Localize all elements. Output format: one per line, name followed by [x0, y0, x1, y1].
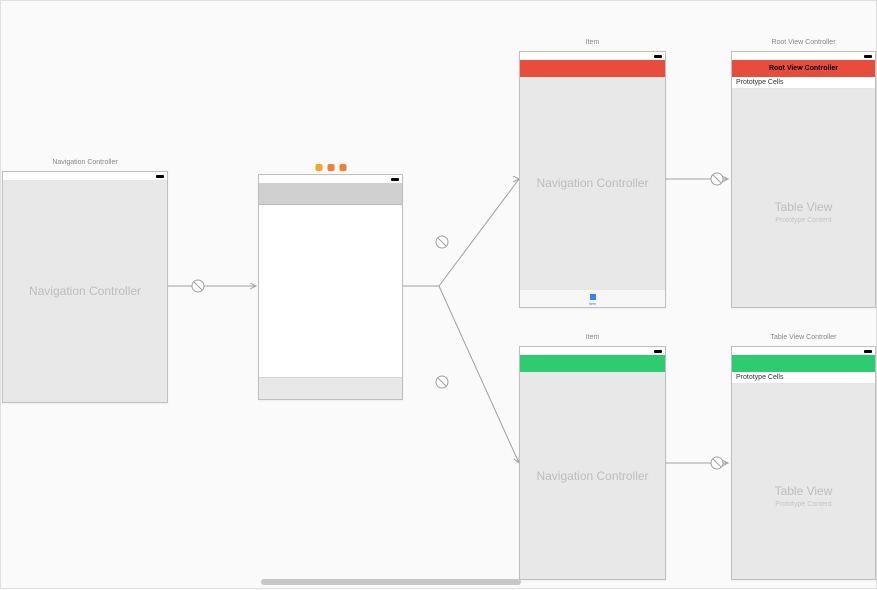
horizontal-scrollbar[interactable] — [261, 579, 521, 585]
navigation-bar-green — [520, 355, 665, 372]
status-bar — [520, 347, 665, 355]
scene-header-label: Table View Controller — [732, 334, 875, 341]
nav-controller-placeholder-label: Navigation Controller — [536, 469, 648, 483]
navigation-bar — [259, 183, 402, 205]
table-view-sub-label: Prototype Content — [775, 217, 831, 224]
nav-controller-placeholder-label: Navigation Controller — [29, 284, 141, 298]
table-view-placeholder-label: Table View — [775, 484, 833, 498]
table-view-sub-label: Prototype Content — [775, 501, 831, 508]
first-responder-icon — [327, 164, 334, 171]
scene-navigation-controller-green[interactable]: Item Navigation Controller — [519, 346, 666, 580]
battery-icon — [156, 175, 164, 178]
battery-icon — [864, 55, 872, 58]
scene-table-view-controller[interactable]: Table View Controller Prototype Cells Ta… — [731, 346, 876, 580]
tab-item-label: Item — [589, 301, 597, 306]
table-view-body: Table View Prototype Content — [732, 117, 875, 307]
nav-controller-body: Navigation Controller — [3, 180, 167, 402]
storyboard-canvas[interactable]: Navigation Controller Navigation Control… — [1, 1, 876, 588]
scene-header-label: Item — [520, 334, 665, 341]
nav-bar-title: Root View Controller — [769, 65, 838, 72]
bottom-toolbar — [259, 377, 402, 399]
battery-icon — [391, 178, 399, 181]
scene-navigation-controller-red[interactable]: Item Navigation Controller Item — [519, 51, 666, 308]
status-bar — [259, 175, 402, 183]
exit-icon — [339, 164, 346, 171]
prototype-cells-label: Prototype Cells — [732, 77, 875, 89]
tab-bar: Item — [520, 289, 665, 307]
status-bar — [3, 172, 167, 180]
table-view-body: Table View Prototype Content — [732, 412, 875, 579]
scene-header-label: Item — [520, 39, 665, 46]
battery-icon — [864, 350, 872, 353]
navigation-bar-red: Root View Controller — [732, 60, 875, 77]
nav-controller-body: Navigation Controller — [520, 77, 665, 289]
scene-root-table-view-controller[interactable]: Root View Controller Root View Controlle… — [731, 51, 876, 308]
tab-item-icon — [590, 294, 596, 300]
battery-icon — [654, 55, 662, 58]
prototype-cells-label: Prototype Cells — [732, 372, 875, 384]
nav-controller-body: Navigation Controller — [520, 372, 665, 579]
status-bar — [520, 52, 665, 60]
view-body — [259, 205, 402, 377]
prototype-cell-area — [732, 89, 875, 117]
navigation-bar-red — [520, 60, 665, 77]
viewcontroller-icon — [315, 164, 322, 171]
status-bar — [732, 52, 875, 60]
table-view-placeholder-label: Table View — [775, 200, 833, 214]
scene-header-label: Root View Controller — [732, 39, 875, 46]
prototype-cell-area — [732, 384, 875, 412]
scene-header-label: Navigation Controller — [3, 159, 167, 166]
battery-icon — [654, 350, 662, 353]
navigation-bar-green — [732, 355, 875, 372]
status-bar — [732, 347, 875, 355]
nav-controller-placeholder-label: Navigation Controller — [536, 176, 648, 190]
scene-tab-view-controller[interactable] — [258, 174, 403, 400]
scene-navigation-controller-left[interactable]: Navigation Controller Navigation Control… — [2, 171, 168, 403]
scene-header-icons — [315, 164, 346, 171]
